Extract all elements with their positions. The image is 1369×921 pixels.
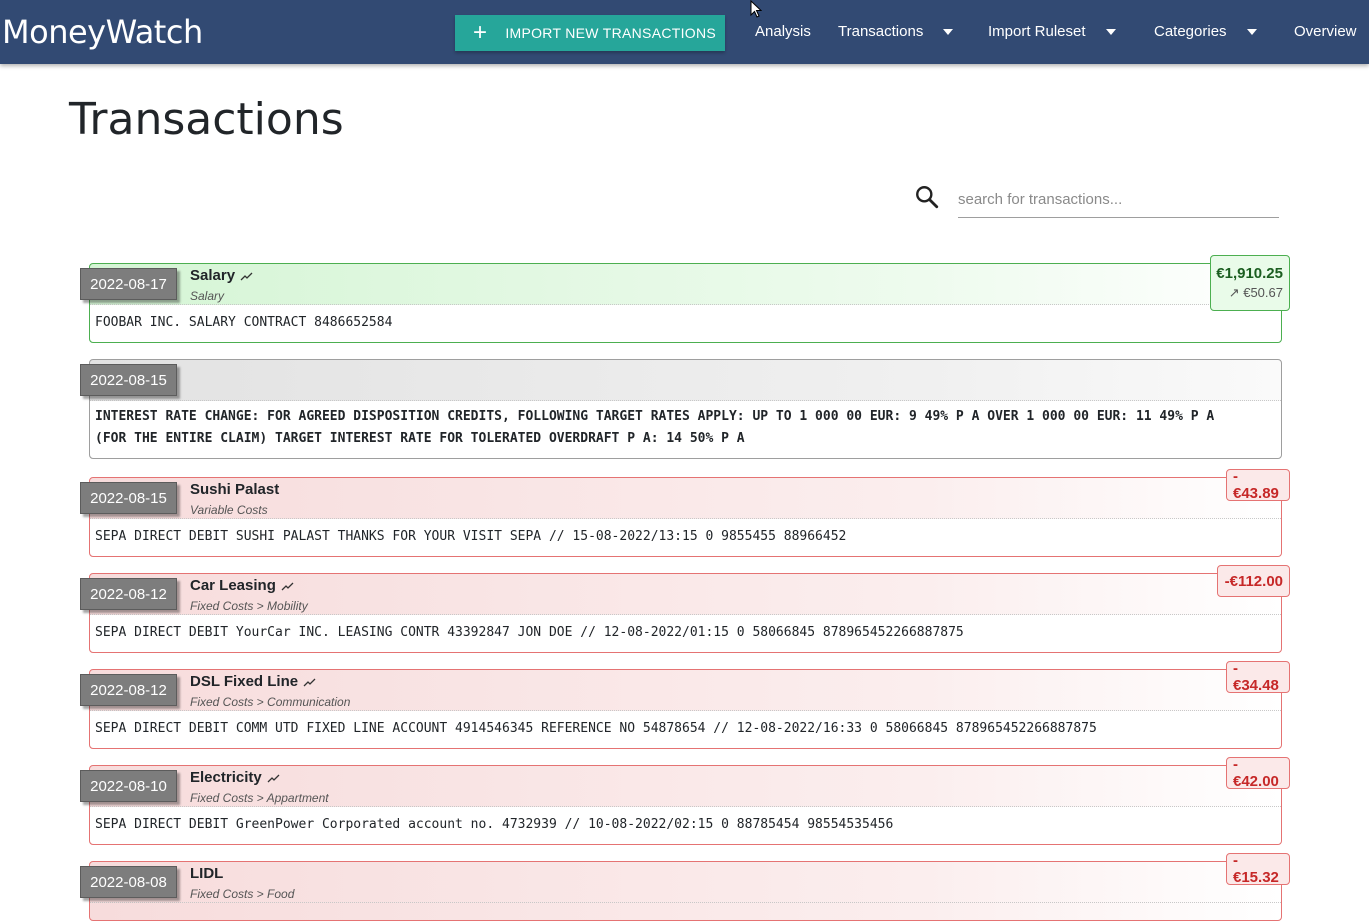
transaction-category: Variable Costs [190, 503, 268, 517]
transaction-description: SEPA DIRECT DEBIT GreenPower Corporated … [90, 807, 1281, 844]
trend-icon [267, 774, 280, 782]
transaction-card[interactable]: 2022-08-15 Sushi Palast Variable Costs S… [80, 477, 1282, 557]
transaction-header: 2022-08-08 LIDL Fixed Costs > Food [80, 862, 1281, 903]
amount-badge: -€15.32 [1226, 852, 1290, 886]
nav-transactions-dropdown[interactable]: Transactions [838, 23, 954, 40]
date-tag: 2022-08-08 [80, 866, 177, 898]
nav-categories-label: Categories [1154, 23, 1227, 40]
date-tag: 2022-08-15 [80, 364, 177, 396]
description-line: (FOR THE ENTIRE CLAIM) TARGET INTEREST R… [95, 431, 745, 446]
transaction-description: INTEREST RATE CHANGE: FOR AGREED DISPOSI… [90, 401, 1281, 458]
transaction-card[interactable]: 2022-08-08 LIDL Fixed Costs > Food [80, 861, 1282, 921]
top-navbar: MoneyWatch + IMPORT NEW TRANSACTIONS Ana… [0, 0, 1369, 64]
trend-icon [303, 678, 316, 686]
trend-icon [240, 272, 253, 280]
transaction-header: 2022-08-17 Salary Salary [80, 264, 1281, 305]
import-transactions-button[interactable]: + IMPORT NEW TRANSACTIONS [455, 15, 725, 51]
page-title: Transactions [69, 94, 344, 145]
amount-badge: -€43.89 [1226, 468, 1290, 502]
transaction-description: SEPA DIRECT DEBIT YourCar INC. LEASING C… [90, 615, 1281, 652]
date-tag: 2022-08-12 [80, 674, 177, 706]
amount-badge: -€112.00 [1217, 565, 1290, 597]
caret-down-icon [1105, 28, 1116, 35]
nav-transactions-label: Transactions [838, 23, 924, 40]
date-tag: 2022-08-17 [80, 268, 177, 300]
amount-value: -€42.00 [1233, 756, 1279, 790]
amount-value: -€43.89 [1233, 468, 1279, 502]
nav-categories-dropdown[interactable]: Categories [1154, 23, 1257, 40]
transaction-name-text: DSL Fixed Line [190, 673, 299, 690]
import-button-label: IMPORT NEW TRANSACTIONS [505, 25, 717, 41]
nav-import-ruleset-label: Import Ruleset [988, 23, 1086, 40]
amount-value: -€34.48 [1233, 660, 1279, 694]
amount-value: €1,910.25 [1216, 265, 1283, 282]
transaction-name: DSL Fixed Line [190, 673, 316, 690]
search-input[interactable] [958, 182, 1279, 218]
date-tag: 2022-08-10 [80, 770, 177, 802]
amount-value: -€112.00 [1224, 572, 1283, 590]
nav-overview-label: Overview [1294, 23, 1357, 40]
transaction-name: LIDL [190, 865, 223, 882]
transaction-description: FOOBAR INC. SALARY CONTRACT 8486652584 [90, 305, 1281, 342]
transaction-card[interactable]: 2022-08-10 Electricity Fixed Costs > App… [80, 765, 1282, 845]
transaction-name-text: LIDL [190, 865, 224, 882]
search-icon[interactable] [914, 184, 940, 210]
amount-trend-value: ↗ €50.67 [1228, 285, 1283, 300]
transaction-category: Fixed Costs > Mobility [190, 599, 308, 613]
transaction-category: Fixed Costs > Appartment [190, 791, 329, 805]
transaction-name: Salary [190, 267, 253, 284]
trend-icon [281, 582, 294, 590]
transaction-description: SEPA DIRECT DEBIT SUSHI PALAST THANKS FO… [90, 519, 1281, 556]
amount-value: -€15.32 [1233, 852, 1279, 886]
amount-badge: -€34.48 [1226, 660, 1290, 694]
transaction-name: Sushi Palast [190, 481, 279, 498]
search-bar [914, 182, 1280, 222]
nav-analysis[interactable]: Analysis [755, 23, 811, 40]
date-tag: 2022-08-15 [80, 482, 177, 514]
transaction-card[interactable]: 2022-08-17 Salary Salary FOOBAR INC. SAL… [80, 263, 1282, 343]
transaction-description: SEPA DIRECT DEBIT COMM UTD FIXED LINE AC… [90, 711, 1281, 748]
transaction-name-text: Salary [190, 267, 236, 284]
transaction-header: 2022-08-15 Sushi Palast Variable Costs [80, 478, 1281, 519]
transaction-header: 2022-08-10 Electricity Fixed Costs > App… [80, 766, 1281, 807]
nav-import-ruleset-dropdown[interactable]: Import Ruleset [988, 23, 1116, 40]
amount-badge: -€42.00 [1226, 756, 1290, 790]
date-tag: 2022-08-12 [80, 578, 177, 610]
transaction-category: Fixed Costs > Communication [190, 695, 351, 709]
transaction-name: Car Leasing [190, 577, 294, 594]
nav-overview[interactable]: Overview [1294, 23, 1357, 40]
transaction-header: 2022-08-12 DSL Fixed Line Fixed Costs > … [80, 670, 1281, 711]
nav-analysis-label: Analysis [755, 23, 811, 40]
mouse-cursor-icon [750, 0, 762, 18]
transaction-name-text: Car Leasing [190, 577, 276, 594]
transaction-name-text: Sushi Palast [190, 481, 280, 498]
amount-badge: €1,910.25 ↗ €50.67 [1210, 255, 1290, 311]
transaction-name: Electricity [190, 769, 280, 786]
app-brand[interactable]: MoneyWatch [2, 13, 203, 51]
transaction-card[interactable]: 2022-08-12 Car Leasing Fixed Costs > Mob… [80, 573, 1282, 653]
caret-down-icon [1246, 28, 1257, 35]
transaction-card[interactable]: 2022-08-15 INTEREST RATE CHANGE: FOR AGR… [80, 359, 1282, 459]
transaction-category: Salary [190, 289, 225, 303]
transaction-header: 2022-08-12 Car Leasing Fixed Costs > Mob… [80, 574, 1281, 615]
caret-down-icon [943, 28, 954, 35]
description-line: INTEREST RATE CHANGE: FOR AGREED DISPOSI… [95, 409, 1215, 424]
plus-icon: + [473, 19, 488, 46]
transaction-card[interactable]: 2022-08-12 DSL Fixed Line Fixed Costs > … [80, 669, 1282, 749]
transaction-header: 2022-08-15 [80, 360, 1281, 401]
transaction-name-text: Electricity [190, 769, 262, 786]
